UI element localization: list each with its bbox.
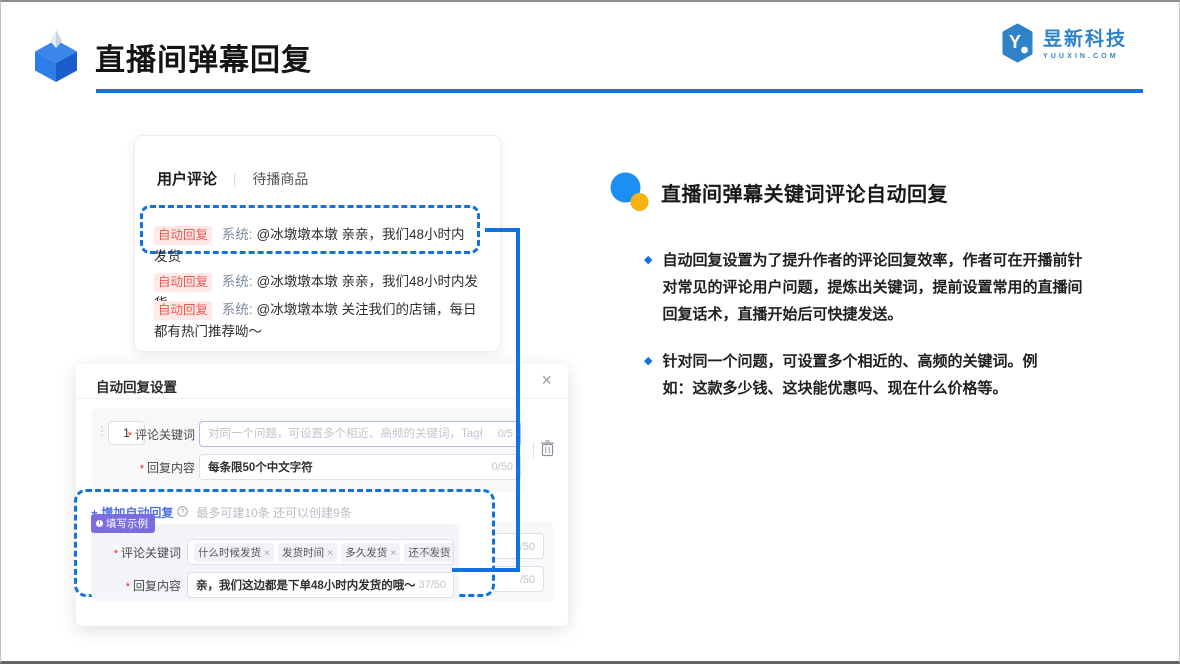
tag-close-icon[interactable]: × [327,547,333,559]
svg-text:Y: Y [1009,32,1021,52]
reply-counter: 0/50 [491,461,513,473]
delete-icon[interactable] [540,440,556,458]
auto-reply-badge: 自动回复 [154,273,213,292]
chat-message: 自动回复 系统: @冰墩墩本墩 关注我们的店铺，每日都有热门推荐呦～ [154,299,486,342]
keyword-input-wrap: 0/5 [199,421,521,447]
message-sender: 系统: [221,274,253,289]
cube-logo-icon [30,28,82,87]
tab-user-comments[interactable]: 用户评论 [157,171,217,188]
connector-line [452,568,520,572]
brand-domain: YUUXIN.COM [1043,53,1119,60]
feature-bullet-text: 针对同一个问题，可设置多个相近的、高频的关键词。例如：这款多少钱、这块能优惠吗、… [662,353,1038,397]
tag-close-icon[interactable]: × [264,547,270,559]
tab-divider: | [232,171,237,187]
dialog-title: 自动回复设置 [96,380,177,395]
keyword-tag[interactable]: 多久发货 × [341,542,401,562]
delete-separator [533,442,534,458]
close-icon[interactable]: × [541,370,552,391]
feature-heading: 直播间弹幕关键词评论自动回复 [661,184,948,206]
diamond-bullet-icon: ◆ [644,355,653,367]
auto-reply-badge: 自动回复 [154,226,213,245]
example-panel: *评论关键词 什么时候发货× 发货时间× 多久发货× 还不发货× 20/50 *… [91,524,459,599]
page-title: 直播间弹幕回复 [95,44,312,77]
required-mark: * [125,581,130,593]
comments-card: 用户评论 | 待播商品 自动回复 系统: @冰墩墩本墩 亲亲，我们48小时内发货 … [134,135,501,352]
chat-bubble-icon [608,171,652,220]
header-divider [96,89,1143,93]
example-keyword-tags[interactable]: 什么时候发货× 发货时间× 多久发货× 还不发货× [187,539,454,565]
example-keyword-input-wrap: 什么时候发货× 发货时间× 多久发货× 还不发货× 20/50 [187,539,454,565]
keyword-counter-hidden: /50 [519,541,535,553]
chat-message: 自动回复 系统:@冰墩墩本墩 亲亲，我们48小时内发货 [154,224,474,267]
brand-logo: Y 昱新科技 YUUXIN.COM [1000,23,1127,68]
keyword-tag[interactable]: 发货时间 × [278,542,338,562]
required-mark: * [113,548,118,560]
example-reply-label: * 回复内容 [125,579,181,593]
keyword-label: * 评论关键词 [127,428,195,442]
tab-bar: 用户评论 | 待播商品 [157,168,308,189]
info-icon: ? [177,505,189,520]
connector-line [516,228,520,572]
reply-label: * 回复内容 [139,461,195,475]
example-reply-input[interactable] [187,572,454,598]
example-dashed-frame: + 增加自动回复 ? 最多可建10条 还可以创建9条 i 填写示例 * 评论关键词 [74,489,495,599]
reply-input[interactable] [199,454,521,480]
tag-close-icon[interactable]: × [453,547,454,559]
required-mark: * [127,430,132,442]
example-keyword-label: * 评论关键词 [113,546,181,560]
keyword-tag[interactable]: 什么时候发货 × [194,542,275,562]
reply-counter-hidden: /50 [519,574,535,586]
feature-bullet: ◆ 针对同一个问题，可设置多个相近的、高频的关键词。例如：这款多少钱、这块能优惠… [644,348,1060,402]
reply-input-wrap: 0/50 [199,454,521,480]
rule-row-1: ⋮⋮ 1 *评论关键词 0/5 *回复内容 0/50 [92,408,524,492]
auto-reply-badge: 自动回复 [154,301,213,320]
message-sender: 系统: [221,227,253,242]
svg-text:?: ? [181,509,185,516]
example-reply-input-wrap: 37/50 [187,572,454,598]
tab-pending-products[interactable]: 待播商品 [252,171,308,187]
required-mark: * [139,463,144,475]
auto-reply-settings-dialog: 自动回复设置 × ⋮⋮ 1 *评论关键词 0/5 *回复内容 0/50 [74,364,568,626]
tag-close-icon[interactable]: × [390,547,396,559]
diamond-bullet-icon: ◆ [644,254,653,266]
feature-bullet: ◆ 自动回复设置为了提升作者的评论回复效率，作者可在开播前针对常见的评论用户问题… [644,247,1086,328]
message-sender: 系统: [221,302,253,317]
keyword-input[interactable] [199,421,521,447]
brand-name: 昱新科技 [1043,29,1128,50]
example-keyword-counter: 20/50 [418,546,446,558]
dialog-divider [76,398,568,399]
connector-line [485,228,520,232]
example-reply-counter: 37/50 [418,579,446,591]
example-badge: i 填写示例 [91,514,155,533]
keyword-counter: 0/5 [497,428,513,440]
feature-bullet-text: 自动回复设置为了提升作者的评论回复效率，作者可在开播前针对常见的评论用户问题，提… [662,252,1083,323]
brand-logo-icon: Y [1000,23,1035,68]
page: 直播间弹幕回复 Y 昱新科技 YUUXIN.COM 用户评论 | 待播商品 自动… [0,0,1180,664]
add-hint-text: 最多可建10条 还可以创建9条 [196,506,352,520]
info-icon: i [96,520,103,527]
